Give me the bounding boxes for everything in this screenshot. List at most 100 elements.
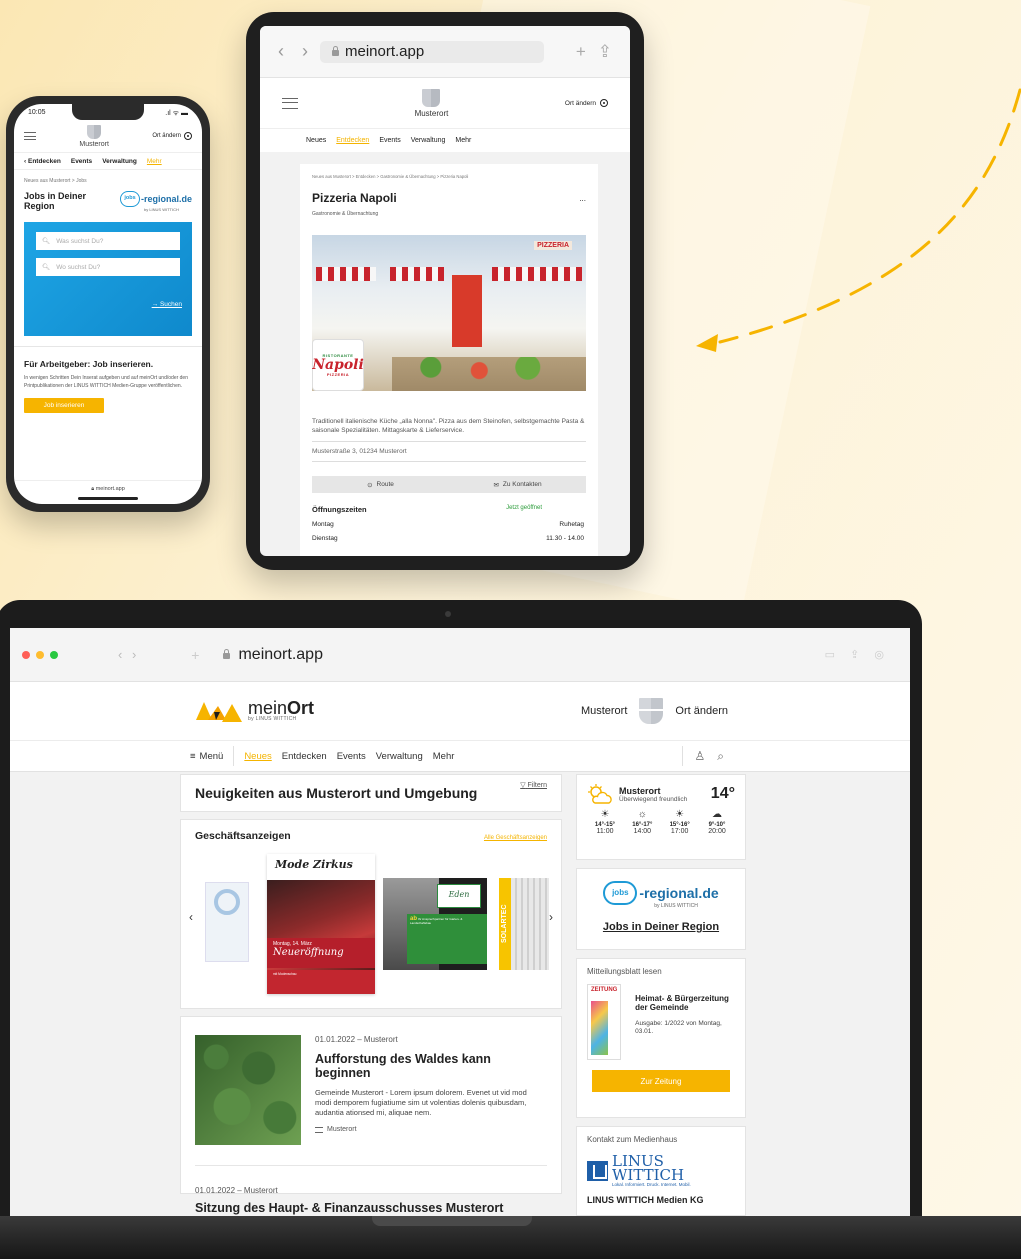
town-crest-icon — [422, 88, 441, 107]
forecast-time: 20:00 — [708, 828, 726, 835]
nav-back-discover[interactable]: ‹ Entdecken — [24, 158, 61, 165]
search-where-input[interactable]: 🔍︎ Wo suchst Du? — [36, 258, 180, 276]
laptop-address-bar[interactable]: + meinort.app — [191, 644, 621, 666]
hamburger-menu-icon[interactable] — [282, 97, 298, 109]
jobs-regional-logo[interactable]: jobs -regional.de by LINUS WITTICH — [119, 190, 192, 212]
menu-button[interactable]: ≡ Menü — [190, 746, 235, 766]
forecast-time: 14:00 — [633, 828, 652, 835]
tab-events[interactable]: Events — [337, 751, 366, 762]
tab-admin[interactable]: Verwaltung — [376, 751, 423, 762]
nav-admin[interactable]: Verwaltung — [102, 158, 137, 165]
meinort-logo[interactable]: meinOrt by LINUS WITTICH — [196, 698, 314, 724]
share-icon[interactable]: ⇪ — [598, 42, 612, 62]
contact-widget: Kontakt zum Medienhaus LINUS WITTICH Lok… — [576, 1126, 746, 1216]
history-arrows-icon[interactable]: ‹ › — [118, 647, 139, 662]
employer-section: Für Arbeitgeber: Job inserieren. In weni… — [14, 347, 202, 413]
change-place-link[interactable]: Ort ändern — [675, 705, 728, 717]
laptop-browser-bar: ‹ › + meinort.app ▭ ⇪ ◎ — [10, 628, 910, 682]
weather-widget[interactable]: Musterort Überwiegend freundlich 14° ☀ 14… — [576, 774, 746, 860]
hours-title: Öffnungszeiten — [312, 505, 367, 514]
maximize-window-icon[interactable] — [50, 650, 58, 659]
jobs-regional-logo: jobs -regional.de — [603, 881, 719, 905]
ad-garden-text: ab Ihr Ansprechpartner für Garten- & Lan… — [407, 914, 487, 964]
user-icon[interactable]: ♙ — [695, 749, 706, 763]
tab-more[interactable]: Mehr — [433, 751, 455, 762]
nav-events[interactable]: Events — [71, 158, 92, 165]
breadcrumb[interactable]: Neues aus Musterort > Jobs — [14, 170, 202, 186]
news-article[interactable]: 01.01.2022 – Musterort Aufforstung des W… — [180, 1016, 562, 1215]
more-options-icon[interactable]: ... — [579, 194, 586, 203]
search-what-input[interactable]: 🔍︎ Was suchst Du? — [36, 232, 180, 250]
forest-photo — [195, 1035, 301, 1145]
hamburger-menu-icon[interactable] — [24, 132, 36, 140]
tab-discover[interactable]: Entdecken — [282, 751, 327, 762]
new-tab-icon[interactable]: + — [191, 647, 199, 663]
tablet-change-place[interactable]: Ort ändern — [565, 99, 608, 107]
nav-more[interactable]: Mehr — [147, 158, 162, 165]
tab-news[interactable]: Neues — [244, 751, 271, 762]
newspaper-cover[interactable]: ZEITUNG — [587, 984, 622, 1060]
all-business-ads-link[interactable]: Alle Geschäftsanzeigen — [484, 835, 547, 841]
minimize-window-icon[interactable] — [36, 650, 44, 659]
newsletter-issue: Ausgabe: 1/2022 von Montag, 03.01. — [635, 1020, 722, 1035]
divider — [195, 1165, 547, 1166]
ad-solar[interactable]: SOLARTEC — [499, 878, 549, 970]
linus-wittich-logo[interactable]: LINUS WITTICH Lokal. Informiert. Druck. … — [587, 1154, 735, 1187]
forward-icon[interactable]: › — [302, 41, 308, 62]
tab-news[interactable]: Neues — [306, 137, 326, 144]
hours-time: 11.30 - 14.00 — [546, 535, 584, 542]
town-selector: Musterort Ort ändern — [581, 698, 728, 724]
weather-icon: ☁ — [711, 809, 722, 820]
dashed-arrow-icon — [696, 88, 1021, 352]
jobs-widget[interactable]: jobs -regional.de by LINUS WITTICH Jobs i… — [576, 868, 746, 950]
back-icon[interactable]: ‹ — [278, 41, 284, 62]
tablet-address-bar[interactable]: meinort.app — [320, 40, 544, 63]
new-tab-icon[interactable]: + — [576, 42, 586, 62]
partly-sunny-icon — [588, 784, 612, 804]
breadcrumb[interactable]: Neues aus Musterort > Entdecken > Gastro… — [312, 174, 586, 179]
change-place-label: Ort ändern — [564, 99, 596, 107]
filter-link[interactable]: ▽ Filtern — [520, 781, 547, 789]
carousel-next-icon[interactable]: › — [549, 910, 553, 924]
contact-heading: Kontakt zum Medienhaus — [587, 1135, 678, 1144]
ad-solar-brand: SOLARTEC — [499, 878, 511, 970]
newsletter-heading: Mitteilungsblatt lesen — [587, 967, 662, 976]
close-window-icon[interactable] — [22, 650, 30, 659]
read-newspaper-button[interactable]: Zur Zeitung — [592, 1070, 730, 1092]
news-column: Neuigkeiten aus Musterort und Umgebung ▽… — [180, 774, 562, 1215]
forecast-time: 17:00 — [670, 828, 689, 835]
tablet-nav: Neues Entdecken Events Verwaltung Mehr — [260, 128, 630, 152]
phone-change-place[interactable]: Ort ändern — [152, 132, 192, 140]
page-title: Jobs in Deiner Region — [24, 191, 87, 211]
route-button[interactable]: ⊙ Route — [312, 476, 449, 493]
search-icon[interactable]: ⌕ — [717, 749, 724, 764]
tab-discover[interactable]: Entdecken — [336, 137, 369, 144]
article-title[interactable]: Aufforstung des Waldes kann beginnen — [315, 1052, 515, 1080]
tablet-town-logo[interactable]: Musterort — [415, 88, 448, 118]
tab-admin[interactable]: Verwaltung — [411, 137, 446, 144]
business-address: Musterstraße 3, 01234 Musterort — [312, 448, 586, 462]
phone-town-logo[interactable]: Musterort — [79, 124, 109, 148]
logo-name: LINUS WITTICH — [612, 1152, 685, 1184]
jobs-logo-text: -regional.de — [639, 885, 719, 901]
newspaper-cover-image — [591, 1001, 609, 1055]
contacts-button[interactable]: ✉ Zu Kontakten — [449, 476, 586, 493]
phone-url-bar[interactable]: 🔒︎ meinort.app — [14, 480, 202, 504]
ad-dental[interactable] — [205, 882, 249, 962]
browser-tools-icon[interactable]: ▭ ⇪ ◎ — [825, 648, 890, 661]
main-nav: ≡ Menü Neues Entdecken Events Verwaltung … — [10, 740, 910, 772]
tab-more[interactable]: Mehr — [455, 137, 471, 144]
ad-fashion[interactable]: Mode Zirkus Montag, 14. März Neueröffnun… — [267, 854, 375, 994]
mail-icon: ✉ — [493, 481, 499, 489]
ad-fashion-brand: Mode Zirkus — [275, 858, 353, 871]
carousel-prev-icon[interactable]: ‹ — [189, 910, 193, 924]
search-link[interactable]: → Suchen — [152, 301, 182, 308]
article-title[interactable]: Sitzung des Haupt- & Finanzausschusses M… — [195, 1201, 547, 1215]
post-job-button[interactable]: Job inserieren — [24, 398, 104, 413]
tab-events[interactable]: Events — [379, 137, 400, 144]
search-icon: 🔍︎ — [42, 264, 51, 271]
ad-garden[interactable]: Eden ab Ihr Ansprechpartner für Garten- … — [383, 878, 487, 970]
jobs-link[interactable]: Jobs in Deiner Region — [577, 921, 745, 933]
forecast-time: 11:00 — [596, 828, 614, 835]
article-date: 01.01.2022 – Musterort — [315, 1035, 398, 1044]
